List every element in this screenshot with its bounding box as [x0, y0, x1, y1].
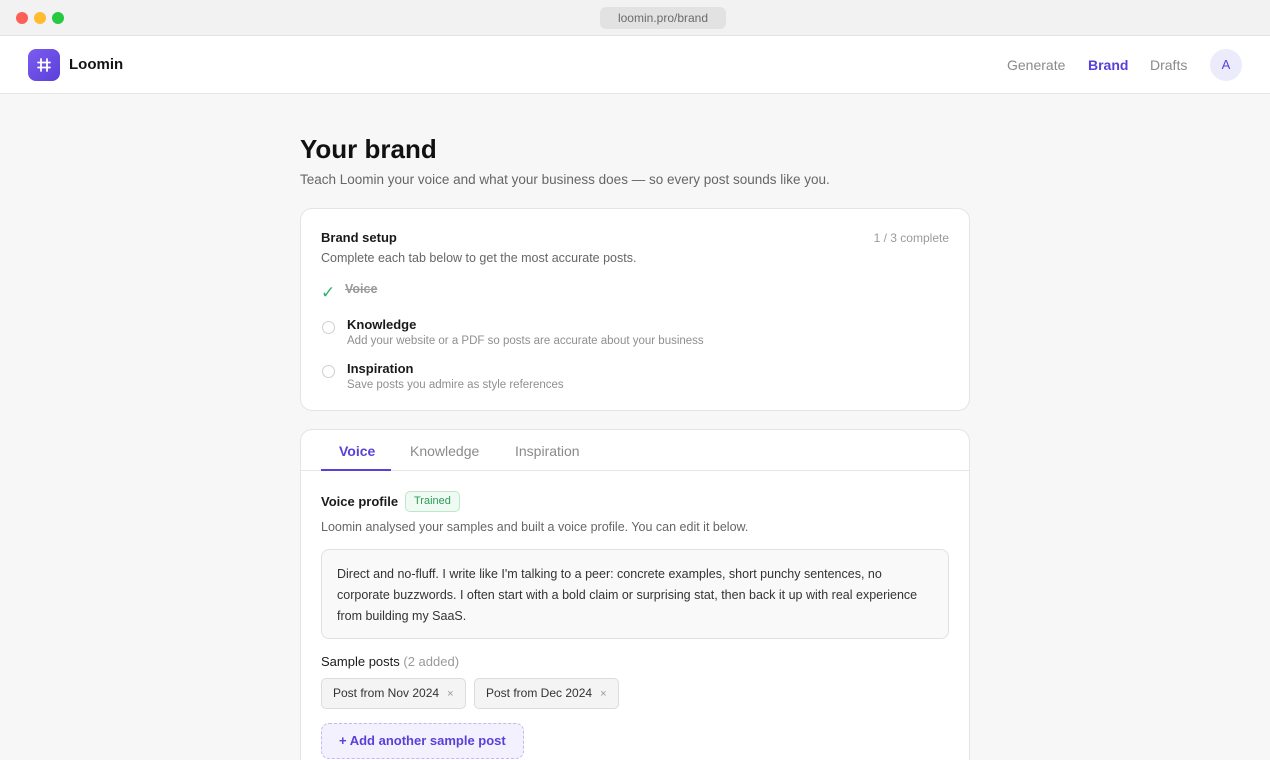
voice-profile-textarea[interactable]: Direct and no-fluff. I write like I'm ta…	[321, 549, 949, 639]
sample-posts-title: Sample posts (2 added)	[321, 654, 459, 669]
close-icon[interactable]: ×	[447, 688, 453, 700]
maximize-window-button[interactable]	[52, 12, 64, 24]
setup-title: Brand setup	[321, 230, 397, 245]
step-knowledge-title[interactable]: Knowledge	[347, 317, 416, 332]
setup-progress: 1 / 3 complete	[873, 231, 949, 245]
close-icon[interactable]: ×	[600, 688, 606, 700]
brand-tabs-card: Voice Knowledge Inspiration Voice profil…	[300, 429, 970, 760]
nav-drafts[interactable]: Drafts	[1150, 57, 1187, 73]
address-bar[interactable]: loomin.pro/brand	[600, 7, 726, 29]
sample-posts-count: (2 added)	[403, 654, 460, 669]
page-subtitle: Teach Loomin your voice and what your bu…	[300, 172, 830, 187]
sample-post-label: Post from Nov 2024	[333, 686, 440, 700]
step-knowledge-radio-icon	[322, 321, 335, 334]
brand-setup-card: Brand setup 1 / 3 complete Complete each…	[300, 208, 970, 411]
voice-profile-description: Loomin analysed your samples and built a…	[321, 520, 749, 534]
hash-grid-icon[interactable]	[28, 49, 60, 81]
browser-chrome: loomin.pro/brand	[0, 0, 1270, 36]
tab-inspiration[interactable]: Inspiration	[515, 443, 580, 459]
tab-knowledge[interactable]: Knowledge	[410, 443, 479, 459]
sample-posts-label: Sample posts	[321, 654, 400, 669]
sample-post-chip[interactable]: Post from Nov 2024 ×	[321, 678, 466, 709]
step-inspiration-description: Save posts you admire as style reference…	[347, 379, 564, 391]
minimize-window-button[interactable]	[34, 12, 46, 24]
nav-brand[interactable]: Brand	[1088, 57, 1128, 73]
sample-post-label: Post from Dec 2024	[486, 686, 593, 700]
nav-generate[interactable]: Generate	[1007, 57, 1065, 73]
app-name[interactable]: Loomin	[69, 56, 123, 73]
voice-profile-title: Voice profile	[321, 494, 399, 509]
tab-bar: Voice Knowledge Inspiration	[301, 430, 969, 471]
step-inspiration-radio-icon	[322, 365, 335, 378]
setup-description: Complete each tab below to get the most …	[321, 251, 637, 265]
close-window-button[interactable]	[16, 12, 28, 24]
checkmark-icon: ✓	[321, 283, 336, 302]
app-header: Loomin Generate Brand Drafts A	[0, 36, 1270, 94]
step-knowledge-description: Add your website or a PDF so posts are a…	[347, 335, 704, 347]
step-inspiration-title[interactable]: Inspiration	[347, 361, 413, 376]
add-sample-post-button[interactable]: + Add another sample post	[321, 723, 524, 759]
step-voice-title[interactable]: Voice	[345, 282, 377, 296]
status-badge: Trained	[405, 491, 460, 512]
tab-voice[interactable]: Voice	[339, 443, 375, 459]
sample-post-chip[interactable]: Post from Dec 2024 ×	[474, 678, 619, 709]
page-title: Your brand	[300, 134, 437, 164]
active-tab-indicator	[321, 469, 391, 471]
avatar[interactable]: A	[1210, 49, 1242, 81]
